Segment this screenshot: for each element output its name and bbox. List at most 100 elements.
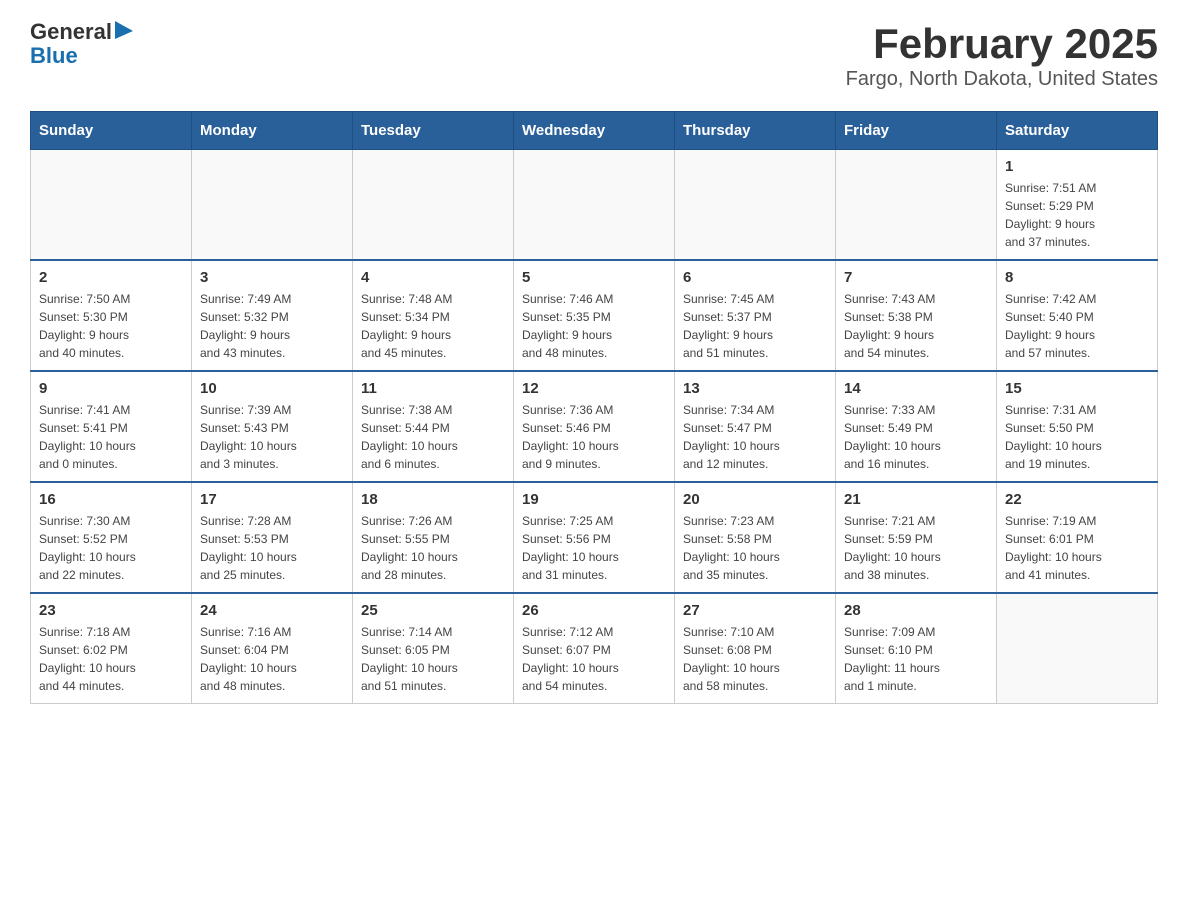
day-number: 4 [361, 269, 505, 286]
calendar-day-cell [836, 150, 997, 261]
calendar-day-cell: 15 Sunrise: 7:31 AM Sunset: 5:50 PM Dayli… [997, 371, 1158, 482]
day-info: Sunrise: 7:14 AM Sunset: 6:05 PM Dayligh… [361, 623, 505, 695]
day-info: Sunrise: 7:12 AM Sunset: 6:07 PM Dayligh… [522, 623, 666, 695]
day-number: 10 [200, 380, 344, 397]
day-number: 17 [200, 491, 344, 508]
day-number: 7 [844, 269, 988, 286]
page-subtitle: Fargo, North Dakota, United States [846, 68, 1158, 91]
logo: General Blue [30, 20, 133, 68]
calendar-day-header: Thursday [675, 112, 836, 150]
calendar-week-row: 1Sunrise: 7:51 AM Sunset: 5:29 PM Daylig… [31, 150, 1158, 261]
calendar-day-cell: 12 Sunrise: 7:36 AM Sunset: 5:46 PM Dayli… [514, 371, 675, 482]
day-info: Sunrise: 7:16 AM Sunset: 6:04 PM Dayligh… [200, 623, 344, 695]
day-info: Sunrise: 7:18 AM Sunset: 6:02 PM Dayligh… [39, 623, 183, 695]
day-info: Sunrise: 7:34 AM Sunset: 5:47 PM Dayligh… [683, 401, 827, 473]
calendar-day-header: Sunday [31, 112, 192, 150]
day-info: Sunrise: 7:45 AM Sunset: 5:37 PM Dayligh… [683, 290, 827, 362]
calendar-day-cell: 24 Sunrise: 7:16 AM Sunset: 6:04 PM Dayli… [192, 593, 353, 704]
day-number: 13 [683, 380, 827, 397]
calendar-day-cell [353, 150, 514, 261]
day-number: 15 [1005, 380, 1149, 397]
day-number: 23 [39, 602, 183, 619]
day-info: Sunrise: 7:10 AM Sunset: 6:08 PM Dayligh… [683, 623, 827, 695]
day-info: Sunrise: 7:41 AM Sunset: 5:41 PM Dayligh… [39, 401, 183, 473]
calendar-day-cell: 26 Sunrise: 7:12 AM Sunset: 6:07 PM Dayli… [514, 593, 675, 704]
calendar-week-row: 23 Sunrise: 7:18 AM Sunset: 6:02 PM Dayli… [31, 593, 1158, 704]
day-number: 28 [844, 602, 988, 619]
day-info: Sunrise: 7:31 AM Sunset: 5:50 PM Dayligh… [1005, 401, 1149, 473]
day-number: 1 [1005, 158, 1149, 175]
day-info: Sunrise: 7:43 AM Sunset: 5:38 PM Dayligh… [844, 290, 988, 362]
logo-arrow-icon [115, 21, 133, 39]
day-number: 8 [1005, 269, 1149, 286]
calendar-day-cell: 5 Sunrise: 7:46 AM Sunset: 5:35 PM Daylig… [514, 260, 675, 371]
day-number: 21 [844, 491, 988, 508]
day-info: Sunrise: 7:28 AM Sunset: 5:53 PM Dayligh… [200, 512, 344, 584]
page-title: February 2025 [846, 20, 1158, 68]
day-number: 27 [683, 602, 827, 619]
day-number: 3 [200, 269, 344, 286]
calendar-day-cell: 17 Sunrise: 7:28 AM Sunset: 5:53 PM Dayli… [192, 482, 353, 593]
day-number: 2 [39, 269, 183, 286]
day-info: Sunrise: 7:26 AM Sunset: 5:55 PM Dayligh… [361, 512, 505, 584]
day-info: Sunrise: 7:46 AM Sunset: 5:35 PM Dayligh… [522, 290, 666, 362]
calendar-day-header: Wednesday [514, 112, 675, 150]
calendar-day-cell: 2 Sunrise: 7:50 AM Sunset: 5:30 PM Daylig… [31, 260, 192, 371]
day-info: Sunrise: 7:38 AM Sunset: 5:44 PM Dayligh… [361, 401, 505, 473]
calendar-day-cell: 9 Sunrise: 7:41 AM Sunset: 5:41 PM Daylig… [31, 371, 192, 482]
calendar-day-cell: 4 Sunrise: 7:48 AM Sunset: 5:34 PM Daylig… [353, 260, 514, 371]
calendar-day-cell: 1Sunrise: 7:51 AM Sunset: 5:29 PM Daylig… [997, 150, 1158, 261]
day-number: 24 [200, 602, 344, 619]
calendar-day-cell [997, 593, 1158, 704]
calendar-day-cell: 19 Sunrise: 7:25 AM Sunset: 5:56 PM Dayli… [514, 482, 675, 593]
day-info: Sunrise: 7:39 AM Sunset: 5:43 PM Dayligh… [200, 401, 344, 473]
day-info: Sunrise: 7:23 AM Sunset: 5:58 PM Dayligh… [683, 512, 827, 584]
calendar-day-header: Tuesday [353, 112, 514, 150]
calendar-day-cell [675, 150, 836, 261]
calendar-day-cell: 20 Sunrise: 7:23 AM Sunset: 5:58 PM Dayli… [675, 482, 836, 593]
calendar-day-cell: 16 Sunrise: 7:30 AM Sunset: 5:52 PM Dayli… [31, 482, 192, 593]
day-info: Sunrise: 7:21 AM Sunset: 5:59 PM Dayligh… [844, 512, 988, 584]
day-info: Sunrise: 7:30 AM Sunset: 5:52 PM Dayligh… [39, 512, 183, 584]
calendar-day-cell: 6Sunrise: 7:45 AM Sunset: 5:37 PM Daylig… [675, 260, 836, 371]
calendar-week-row: 9 Sunrise: 7:41 AM Sunset: 5:41 PM Daylig… [31, 371, 1158, 482]
day-info: Sunrise: 7:42 AM Sunset: 5:40 PM Dayligh… [1005, 290, 1149, 362]
calendar-day-cell: 28 Sunrise: 7:09 AM Sunset: 6:10 PM Dayli… [836, 593, 997, 704]
day-number: 26 [522, 602, 666, 619]
page-header: General Blue February 2025 Fargo, North … [30, 20, 1158, 91]
calendar-day-cell: 3Sunrise: 7:49 AM Sunset: 5:32 PM Daylig… [192, 260, 353, 371]
calendar-day-cell [514, 150, 675, 261]
day-number: 12 [522, 380, 666, 397]
day-number: 14 [844, 380, 988, 397]
day-info: Sunrise: 7:48 AM Sunset: 5:34 PM Dayligh… [361, 290, 505, 362]
calendar-day-header: Saturday [997, 112, 1158, 150]
day-number: 9 [39, 380, 183, 397]
calendar-day-cell: 25 Sunrise: 7:14 AM Sunset: 6:05 PM Dayli… [353, 593, 514, 704]
calendar-day-cell: 8 Sunrise: 7:42 AM Sunset: 5:40 PM Daylig… [997, 260, 1158, 371]
day-info: Sunrise: 7:33 AM Sunset: 5:49 PM Dayligh… [844, 401, 988, 473]
day-number: 19 [522, 491, 666, 508]
day-info: Sunrise: 7:25 AM Sunset: 5:56 PM Dayligh… [522, 512, 666, 584]
day-number: 16 [39, 491, 183, 508]
calendar-header-row: SundayMondayTuesdayWednesdayThursdayFrid… [31, 112, 1158, 150]
calendar-day-cell: 13 Sunrise: 7:34 AM Sunset: 5:47 PM Dayli… [675, 371, 836, 482]
calendar-day-cell: 14 Sunrise: 7:33 AM Sunset: 5:49 PM Dayli… [836, 371, 997, 482]
day-number: 5 [522, 269, 666, 286]
day-number: 25 [361, 602, 505, 619]
calendar-day-cell: 7 Sunrise: 7:43 AM Sunset: 5:38 PM Daylig… [836, 260, 997, 371]
calendar-day-cell [192, 150, 353, 261]
calendar-day-cell: 22 Sunrise: 7:19 AM Sunset: 6:01 PM Dayli… [997, 482, 1158, 593]
calendar-day-cell: 18Sunrise: 7:26 AM Sunset: 5:55 PM Dayli… [353, 482, 514, 593]
day-number: 22 [1005, 491, 1149, 508]
calendar-day-cell: 27 Sunrise: 7:10 AM Sunset: 6:08 PM Dayli… [675, 593, 836, 704]
day-info: Sunrise: 7:50 AM Sunset: 5:30 PM Dayligh… [39, 290, 183, 362]
day-info: Sunrise: 7:36 AM Sunset: 5:46 PM Dayligh… [522, 401, 666, 473]
calendar-day-cell: 10 Sunrise: 7:39 AM Sunset: 5:43 PM Dayli… [192, 371, 353, 482]
day-number: 20 [683, 491, 827, 508]
calendar-week-row: 16 Sunrise: 7:30 AM Sunset: 5:52 PM Dayli… [31, 482, 1158, 593]
day-info: Sunrise: 7:09 AM Sunset: 6:10 PM Dayligh… [844, 623, 988, 695]
day-info: Sunrise: 7:19 AM Sunset: 6:01 PM Dayligh… [1005, 512, 1149, 584]
day-number: 11 [361, 380, 505, 397]
logo-blue-text: Blue [30, 44, 133, 68]
logo-general-text: General [30, 20, 112, 44]
